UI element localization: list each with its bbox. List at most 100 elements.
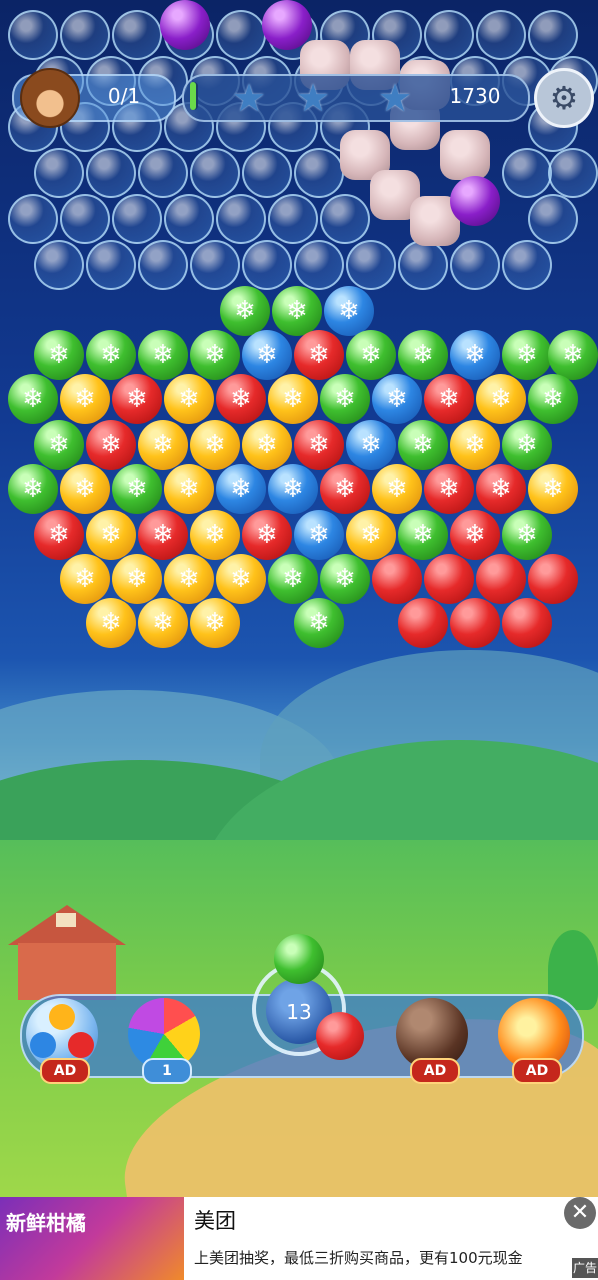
star-icon: ★ — [296, 76, 331, 120]
bubble — [398, 510, 448, 560]
bubble — [262, 0, 312, 50]
bubble — [528, 464, 578, 514]
bubble — [502, 420, 552, 470]
bubble — [424, 464, 474, 514]
bubble — [216, 194, 266, 244]
bubble — [160, 0, 210, 50]
bubble — [294, 148, 344, 198]
bubble — [242, 510, 292, 560]
bubble — [450, 176, 500, 226]
bubble — [112, 194, 162, 244]
bubble — [450, 240, 500, 290]
bubble — [34, 510, 84, 560]
bubble — [86, 240, 136, 290]
bubble — [60, 10, 110, 60]
bubble — [528, 374, 578, 424]
bubble — [476, 10, 526, 60]
ad-label: 广告 — [572, 1258, 598, 1278]
bubble — [398, 598, 448, 648]
booster-orb — [49, 1004, 75, 1030]
bubble — [164, 374, 214, 424]
bubble — [60, 554, 110, 604]
bubble — [320, 194, 370, 244]
bubble — [242, 420, 292, 470]
bubble — [60, 464, 110, 514]
bubble — [34, 330, 84, 380]
bubble — [86, 420, 136, 470]
bubble — [320, 464, 370, 514]
bubble — [268, 194, 318, 244]
bubble — [34, 420, 84, 470]
bubble — [112, 374, 162, 424]
bubble — [398, 420, 448, 470]
bubble — [476, 554, 526, 604]
bubble — [320, 554, 370, 604]
bubble — [398, 330, 448, 380]
ad-title[interactable]: 美团 — [194, 1205, 236, 1235]
booster-count-tag: 1 — [142, 1058, 192, 1084]
monkey-avatar — [20, 68, 80, 128]
booster-ad-tag[interactable]: AD — [512, 1058, 562, 1084]
bubble — [372, 464, 422, 514]
bubble — [294, 240, 344, 290]
ad-banner[interactable]: 新鲜柑橘 美团 上美团抽奖，最低三折购买商品，更有100元现金 — [0, 1197, 598, 1280]
bubble — [502, 510, 552, 560]
bubble — [424, 374, 474, 424]
close-icon[interactable]: ✕ — [564, 1197, 596, 1229]
bubble — [34, 148, 84, 198]
bubble — [112, 554, 162, 604]
ad-description[interactable]: 上美团抽奖，最低三折购买商品，更有100元现金 — [194, 1247, 554, 1268]
bubble — [242, 240, 292, 290]
bubble — [440, 130, 490, 180]
bubble — [372, 554, 422, 604]
bubble — [450, 330, 500, 380]
bubble — [216, 464, 266, 514]
bubble — [476, 374, 526, 424]
barn-decoration — [8, 905, 126, 1000]
current-bubble[interactable] — [274, 934, 324, 984]
bubble — [8, 464, 58, 514]
bubble — [190, 240, 240, 290]
bubble — [502, 240, 552, 290]
bubble — [502, 330, 552, 380]
bubble — [220, 286, 270, 336]
ad-thumbnail-text: 新鲜柑橘 — [6, 1211, 86, 1235]
bubble — [346, 420, 396, 470]
bubble — [242, 148, 292, 198]
ad-thumbnail[interactable]: 新鲜柑橘 — [0, 1197, 184, 1280]
booster-ad-tag[interactable]: AD — [40, 1058, 90, 1084]
bubble — [372, 374, 422, 424]
bubble — [502, 148, 552, 198]
booster-ad-tag[interactable]: AD — [410, 1058, 460, 1084]
bubble — [424, 10, 474, 60]
bubble — [138, 330, 188, 380]
bubble — [86, 330, 136, 380]
shots-remaining: 13 — [286, 1000, 312, 1024]
booster-orb — [30, 1032, 56, 1058]
star-icon: ★ — [378, 76, 413, 120]
bubble — [450, 510, 500, 560]
bubble — [324, 286, 374, 336]
bubble — [294, 330, 344, 380]
bubble — [268, 554, 318, 604]
bubble — [528, 194, 578, 244]
bubble — [86, 598, 136, 648]
bubble — [346, 330, 396, 380]
bubble — [34, 240, 84, 290]
bubble — [502, 598, 552, 648]
bubble — [216, 374, 266, 424]
star-icon: ★ — [232, 76, 267, 120]
bubble — [190, 598, 240, 648]
next-bubble[interactable] — [316, 1012, 364, 1060]
bubble — [164, 554, 214, 604]
bubble — [268, 374, 318, 424]
bubble — [216, 10, 266, 60]
score-value: 1730 — [449, 84, 501, 108]
bubble — [190, 510, 240, 560]
score-progress-fill — [190, 82, 196, 110]
bubble — [8, 194, 58, 244]
bubble — [86, 148, 136, 198]
bubble — [398, 240, 448, 290]
bubble — [548, 148, 598, 198]
settings-gear-icon[interactable]: ⚙ — [534, 68, 594, 128]
